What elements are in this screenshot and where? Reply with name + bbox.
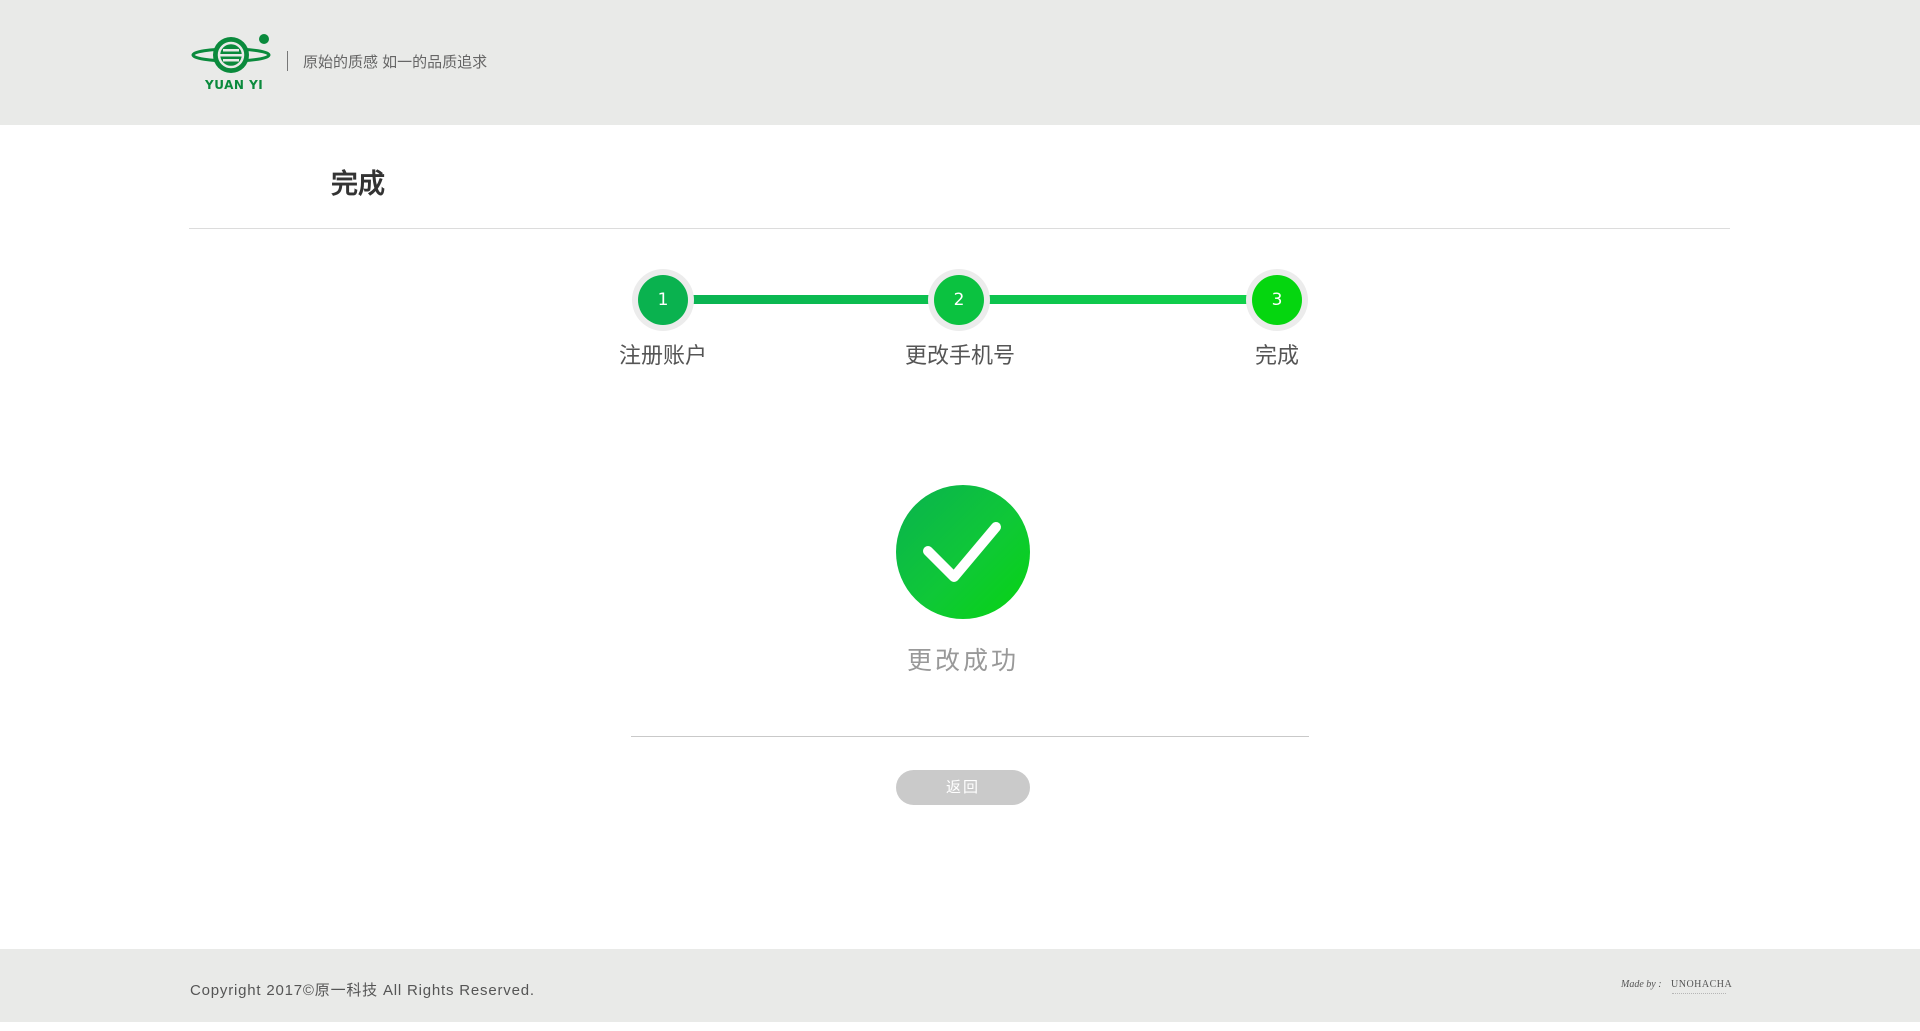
step-2-circle: 2 bbox=[934, 275, 984, 325]
success-message: 更改成功 bbox=[906, 647, 1020, 675]
made-by-brand[interactable]: UNOHACHA bbox=[1671, 979, 1732, 990]
logo-text: YUAN YI bbox=[205, 78, 264, 92]
title-divider bbox=[189, 228, 1730, 229]
content-divider bbox=[631, 736, 1309, 737]
logo-mark-icon bbox=[191, 34, 271, 73]
step-3-label: 完成 bbox=[1254, 343, 1300, 368]
slogan: 原始的质感 如一的品质追求 bbox=[303, 54, 488, 71]
step-3-circle: 3 bbox=[1252, 275, 1302, 325]
step-1-circle: 1 bbox=[638, 275, 688, 325]
success-circle bbox=[896, 485, 1030, 619]
step-1-label: 注册账户 bbox=[618, 343, 708, 368]
made-by-underline bbox=[1672, 993, 1726, 995]
made-by-prefix: Made by : bbox=[1621, 979, 1662, 990]
step-2-label: 更改手机号 bbox=[904, 343, 1016, 368]
back-button[interactable]: 返回 bbox=[896, 770, 1030, 805]
header: YUAN YI 原始的质感 如一的品质追求 bbox=[0, 0, 1920, 125]
copyright-text: Copyright 2017©原一科技 All Rights Reserved. bbox=[190, 982, 535, 999]
header-divider bbox=[287, 51, 288, 71]
page-title: 完成 bbox=[331, 169, 385, 199]
check-icon bbox=[923, 522, 1001, 582]
